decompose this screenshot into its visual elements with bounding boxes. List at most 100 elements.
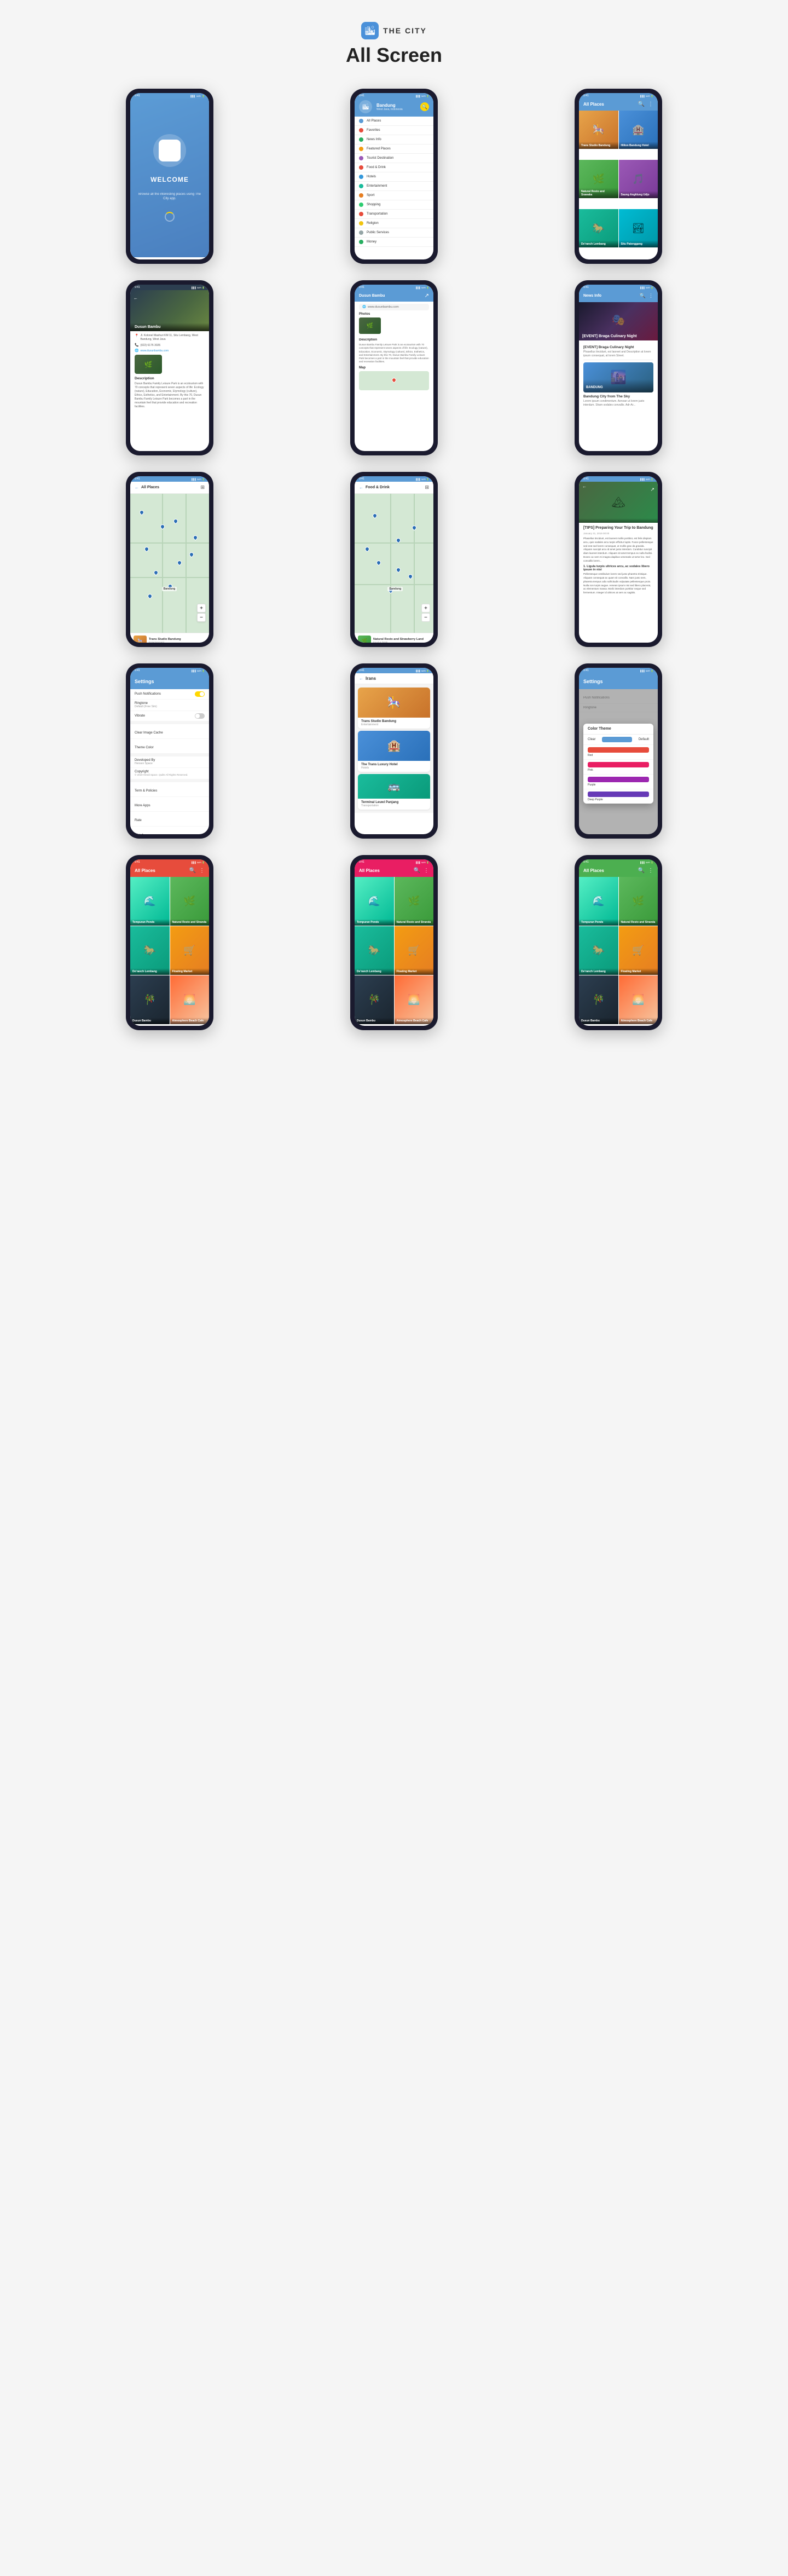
phone-allplaces-green-wrapper: 9:41 ▌▌▌ WiFi 🔋 All Places 🔍 ⋮ 🌊 Tempura… [514, 855, 722, 1030]
map-back-icon[interactable]: ← [135, 485, 139, 490]
browse-back-icon[interactable]: ← [359, 676, 363, 681]
pink-card-2[interactable]: 🌿 Natural Resto and Stranda [395, 877, 434, 926]
menu-item-entertainment[interactable]: Entertainment [355, 182, 433, 191]
vibrate-toggle[interactable] [195, 713, 205, 719]
ap-card-saung[interactable]: 🎵 Saung Angklung Udjo [619, 160, 658, 198]
map-pin-6[interactable] [153, 569, 159, 575]
settings-vibrate[interactable]: Vibrate [130, 711, 209, 721]
menu-item-shopping[interactable]: Shopping [355, 200, 433, 210]
color-option-purple[interactable]: Purple [583, 775, 653, 789]
status-icons-setc: ▌▌▌ WiFi 🔋 [640, 669, 653, 672]
menu-item-transport[interactable]: Transportation [355, 210, 433, 219]
pink-card-4[interactable]: 🛒 Floating Market [395, 926, 434, 975]
zoom-in-btn[interactable]: + [197, 604, 206, 613]
menu-item-food[interactable]: Food & Drink [355, 163, 433, 172]
mapf-back-icon[interactable]: ← [359, 485, 363, 490]
status-icons-pink: ▌▌▌ WiFi 🔋 [416, 861, 429, 864]
menu-item-featured[interactable]: Featured Places [355, 145, 433, 154]
mapf-layers-icon[interactable]: ⊞ [425, 484, 429, 490]
mapf-pin-4[interactable] [407, 574, 413, 580]
browse-card-terminal[interactable]: 🚌 Terminal Leuwi Panjang Transportation [358, 774, 430, 810]
color-option-deep-purple[interactable]: Deep Purple [583, 789, 653, 804]
menu-item-religion[interactable]: Religion [355, 219, 433, 228]
ap-card-deranch[interactable]: 🐎 De'ranch Lembang [579, 209, 618, 247]
green-ap-search[interactable]: 🔍 [638, 868, 645, 874]
green-card-4[interactable]: 🛒 Floating Market [619, 926, 658, 975]
red-card-1[interactable]: 🌊 Tempuran Ponds [130, 877, 170, 926]
map-pin-8[interactable] [147, 593, 153, 599]
red-card-5[interactable]: 🎋 Dusun Bambu [130, 975, 170, 1024]
green-ap-menu[interactable]: ⋮ [648, 868, 653, 874]
menu-item-public[interactable]: Public Services [355, 228, 433, 238]
red-card-6[interactable]: 🌅 Atmosphere Beach Cafe [170, 975, 210, 1024]
settings-clear-cache[interactable]: Clear Image Cache [130, 724, 209, 739]
settings-rate[interactable]: Rate [130, 812, 209, 827]
mapf-pin-8[interactable] [396, 567, 402, 573]
pink-card-1[interactable]: 🌊 Tempuran Ponds [355, 877, 394, 926]
red-card-2[interactable]: 🌿 Natural Resto and Stranda [170, 877, 210, 926]
det2-share-icon[interactable]: ↗ [425, 293, 429, 299]
pink-card-3[interactable]: 🐎 De'ranch Lembang [355, 926, 394, 975]
settings-terms[interactable]: Term & Policies [130, 782, 209, 797]
ap-card-hilton[interactable]: 🏨 Hilton Bandung Hotel [619, 111, 658, 149]
green-card-5[interactable]: 🎋 Dusun Bambu [579, 975, 618, 1024]
mapf-pin-7[interactable] [364, 546, 370, 552]
ap-card-trans-studio[interactable]: 🎠 Trans Studio Bandung [579, 111, 618, 149]
red-card-3[interactable]: 🐎 De'ranch Lembang [130, 926, 170, 975]
menu-item-money[interactable]: Money [355, 238, 433, 247]
green-card-1[interactable]: 🌊 Tempuran Ponds [579, 877, 618, 926]
red-ap-search[interactable]: 🔍 [189, 868, 196, 874]
settings-theme-color[interactable]: Theme Color [130, 739, 209, 754]
ap-card-situ[interactable]: 🏞 Situ Patenggang [619, 209, 658, 247]
menu-item-all-places[interactable]: All Places [355, 117, 433, 126]
pink-ap-menu[interactable]: ⋮ [424, 868, 429, 874]
back-button-detail[interactable]: ← [134, 292, 138, 302]
settings-ringtone[interactable]: Ringtone Default (Free Sim) [130, 700, 209, 711]
menu-item-tourist[interactable]: Tourist Destination [355, 154, 433, 163]
pink-ap-search[interactable]: 🔍 [414, 868, 420, 874]
map-pin-5[interactable] [177, 559, 183, 565]
url-bar[interactable]: 🌐 www.dusunbambu.com [359, 304, 429, 310]
menu-item-news[interactable]: News Info [355, 135, 433, 145]
mapf-zoom-out[interactable]: − [421, 613, 430, 622]
color-option-default[interactable]: Clear Default [583, 735, 653, 745]
zoom-out-btn[interactable]: − [197, 613, 206, 622]
map-pin-2[interactable] [159, 523, 165, 529]
mapf-zoom-in[interactable]: + [421, 604, 430, 613]
pink-card-5[interactable]: 🎋 Dusun Bambu [355, 975, 394, 1024]
menu-search-button[interactable]: 🔍 [420, 102, 429, 111]
green-card-label-5: Dusun Bambu [579, 1018, 618, 1024]
ap-card-natural-resto[interactable]: 🌿 Natural Resto and Srawaka [579, 160, 618, 198]
red-ap-menu[interactable]: ⋮ [199, 868, 205, 874]
mapf-pin-3[interactable] [376, 559, 382, 565]
green-card-3[interactable]: 🐎 De'ranch Lembang [579, 926, 618, 975]
map-pin-10[interactable] [193, 535, 199, 541]
mapf-pin-1[interactable] [372, 512, 378, 518]
color-option-pink[interactable]: Pink [583, 760, 653, 775]
ap-menu-icon[interactable]: ⋮ [648, 101, 653, 107]
mapf-pin-5[interactable] [411, 525, 417, 531]
color-option-red[interactable]: Red [583, 745, 653, 760]
green-card-2[interactable]: 🌿 Natural Resto and Stranda [619, 877, 658, 926]
news-menu-icon[interactable]: ⋮ [648, 293, 653, 299]
map-layers-icon[interactable]: ⊞ [200, 484, 205, 490]
settings-about[interactable]: About [130, 827, 209, 834]
status-icons-welcome: ▌▌▌ WiFi 🔋 [191, 95, 205, 97]
settings-push-notifications[interactable]: Push Notifications [130, 689, 209, 700]
map-pin-3[interactable] [143, 546, 149, 552]
menu-item-hotels[interactable]: Hotels [355, 172, 433, 182]
map-pin-9[interactable] [188, 551, 194, 557]
pink-card-6[interactable]: 🌅 Atmosphere Beach Cafe [395, 975, 434, 1024]
browse-card-trans[interactable]: 🎠 Trans Studio Bandung Entertainment [358, 688, 430, 729]
settings-more-apps[interactable]: More Apps [130, 797, 209, 812]
menu-item-sport[interactable]: Sport [355, 191, 433, 200]
map-pin-1[interactable] [139, 510, 145, 516]
push-toggle[interactable] [195, 691, 205, 697]
map-pin-4[interactable] [173, 518, 179, 524]
menu-item-favorites[interactable]: Favorites [355, 126, 433, 135]
red-card-4[interactable]: 🛒 Floating Market [170, 926, 210, 975]
news-search-icon[interactable]: 🔍 [640, 293, 646, 299]
green-card-6[interactable]: 🌅 Atmosphere Beach Cafe [619, 975, 658, 1024]
ap-search-icon[interactable]: 🔍 [638, 101, 645, 107]
browse-card-hotel[interactable]: 🏨 The Trans Luxury Hotel Hotels [358, 731, 430, 772]
